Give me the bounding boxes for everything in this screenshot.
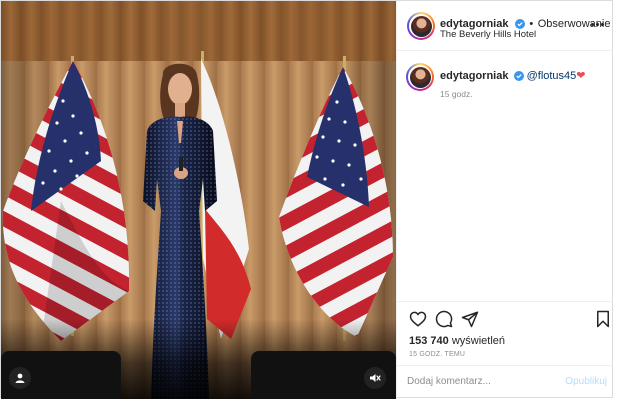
views-count[interactable]: 153 740 wyświetleń [409,335,505,347]
post-video[interactable] [1,1,396,399]
post-header: edytagorniak • Obserwowanie The Beverly … [397,1,613,51]
verified-badge-icon [514,19,525,29]
comment-icon[interactable] [435,310,453,328]
bookmark-icon[interactable] [594,310,612,328]
views-number: 153 740 [409,335,449,347]
speaker-muted-icon [370,374,381,382]
heart-emoji: ❤ [576,70,586,82]
comment-bar: Opublikuj [397,365,613,399]
mute-button[interactable] [364,367,386,389]
us-flag-right [279,67,393,337]
author-avatar[interactable] [407,12,435,40]
comment-input[interactable] [407,376,557,387]
verified-badge-icon [513,71,524,81]
caption-text: edytagorniak @flotus45❤ [440,69,586,82]
post-timestamp[interactable]: 15 GODZ. TEMU [409,351,465,358]
heart-icon[interactable] [409,310,427,328]
instagram-post: edytagorniak • Obserwowanie The Beverly … [0,0,613,399]
curtain-valance [1,1,396,61]
caption-avatar[interactable] [406,63,434,91]
us-flag-left [2,61,130,341]
more-options-icon[interactable] [589,19,605,29]
caption-timestamp[interactable]: 15 godz. [440,89,473,99]
user-tag-button[interactable] [9,367,31,389]
location-link[interactable]: The Beverly Hills Hotel [440,29,536,40]
views-label: wyświetleń [451,335,506,347]
publish-button[interactable]: Opublikuj [565,376,607,387]
caption-username[interactable]: edytagorniak [440,70,508,82]
paper-plane-icon[interactable] [461,310,479,328]
post-sidebar: edytagorniak • Obserwowanie The Beverly … [396,1,613,399]
action-bar [397,301,613,335]
caption-mention[interactable]: @flotus45 [527,70,577,82]
user-tag-icon [15,373,25,383]
